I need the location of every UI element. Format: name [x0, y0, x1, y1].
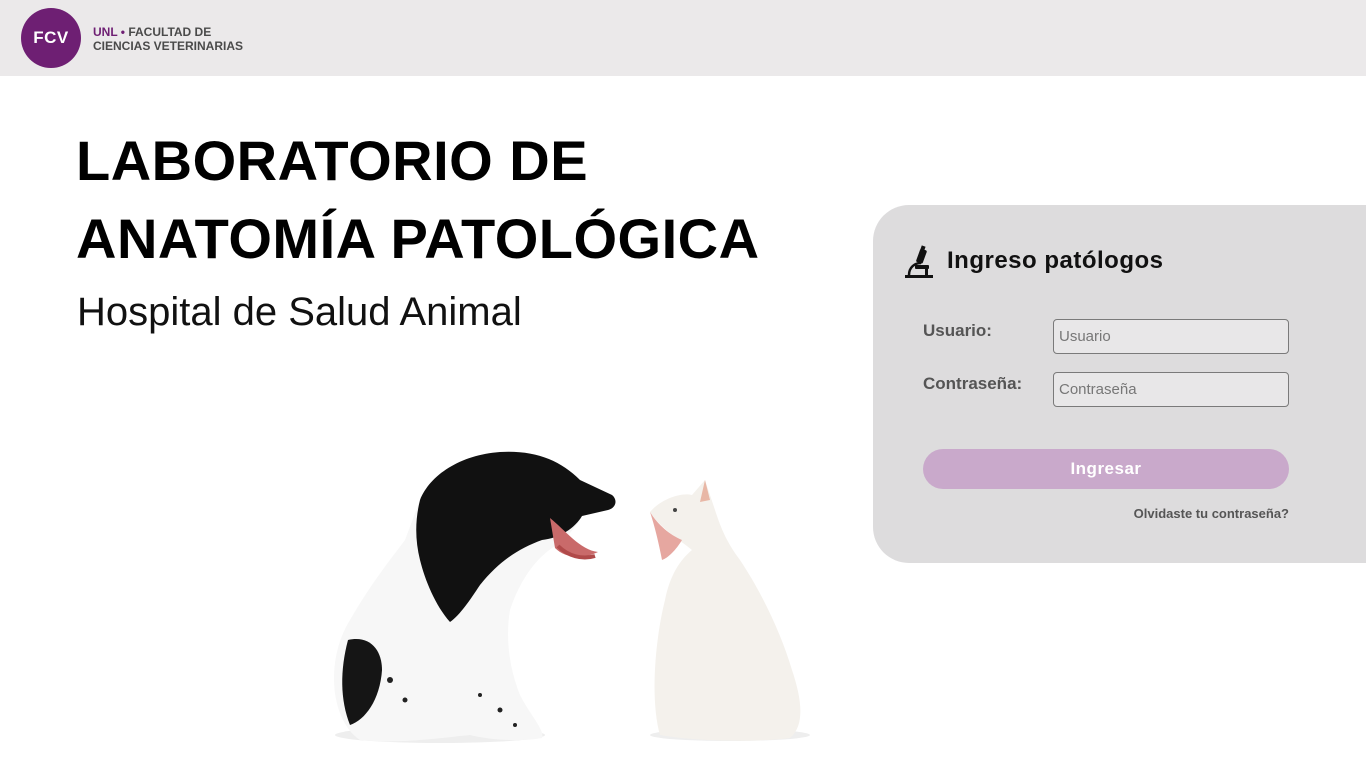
password-label: Contraseña:: [923, 374, 1023, 393]
title-line1: LABORATORIO DE: [76, 129, 589, 192]
cat-illustration: [650, 480, 810, 741]
password-input[interactable]: [1053, 372, 1289, 407]
username-input[interactable]: [1053, 319, 1289, 354]
org-name: UNL • FACULTAD DE CIENCIAS VETERINARIAS: [93, 25, 243, 53]
submit-button[interactable]: Ingresar: [923, 449, 1289, 489]
org-line1: FACULTAD DE: [128, 25, 212, 39]
login-page: FCV UNL • FACULTAD DE CIENCIAS VETERINAR…: [0, 0, 1366, 768]
microscope-icon: [905, 245, 933, 278]
forgot-password-link[interactable]: Olvidaste tu contraseña?: [1134, 506, 1289, 521]
login-panel: Ingreso patólogos Usuario: Contraseña: I…: [873, 205, 1366, 563]
page-subtitle: Hospital de Salud Animal: [77, 290, 522, 334]
login-title: Ingreso patólogos: [947, 247, 1164, 274]
fcv-logo[interactable]: FCV: [21, 8, 81, 68]
org-line2: CIENCIAS VETERINARIAS: [93, 39, 244, 53]
dog-and-cat-illustration: [333, 451, 810, 743]
username-label: Usuario:: [923, 321, 992, 340]
org-separator: •: [120, 25, 125, 39]
header: FCV UNL • FACULTAD DE CIENCIAS VETERINAR…: [0, 0, 1366, 76]
title-line2: ANATOMÍA PATOLÓGICA: [76, 207, 760, 270]
page-title: LABORATORIO DE ANATOMÍA PATOLÓGICA: [76, 122, 760, 278]
dog-illustration: [333, 451, 616, 743]
org-unl: UNL: [93, 25, 118, 39]
logo-initials: FCV: [33, 28, 69, 47]
